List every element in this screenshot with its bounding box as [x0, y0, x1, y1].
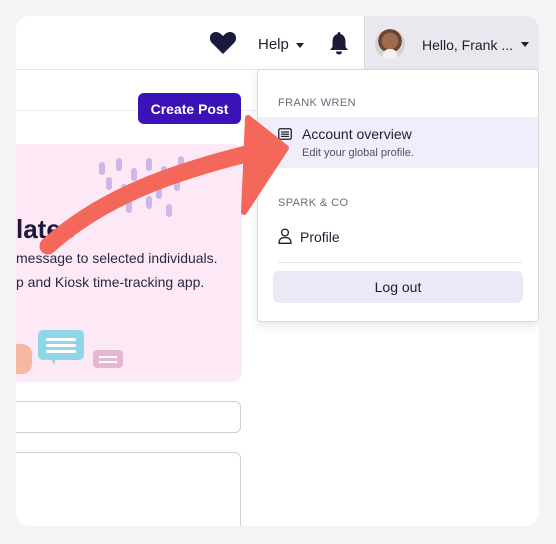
user-greeting: Hello, Frank ...: [422, 37, 514, 53]
divider: [278, 262, 522, 263]
decorative-shape: [16, 344, 32, 374]
text-input[interactable]: [16, 401, 241, 433]
heart-icon[interactable]: [209, 31, 237, 55]
hero-description-line: message to selected individuals.: [16, 250, 218, 266]
app-frame: Help Hello, Frank ... Create Post lates …: [16, 16, 539, 526]
help-menu[interactable]: Help: [258, 36, 304, 53]
create-post-button[interactable]: Create Post: [138, 93, 241, 124]
chat-bubble-icon: [93, 350, 123, 368]
menu-item-subtitle: Edit your global profile.: [302, 147, 414, 159]
menu-item-title: Account overview: [302, 126, 412, 142]
bell-icon[interactable]: [328, 31, 350, 55]
hero-title: lates: [16, 214, 76, 244]
chevron-down-icon: [521, 42, 529, 47]
person-icon: [278, 228, 292, 244]
logout-button[interactable]: Log out: [273, 271, 523, 303]
user-menu-button[interactable]: Hello, Frank ...: [364, 16, 539, 69]
avatar: [375, 29, 405, 59]
hero-banner: lates message to selected individuals. p…: [16, 144, 242, 382]
menu-item-label: Profile: [300, 229, 340, 245]
section-label-organization: SPARK & CO: [278, 197, 349, 209]
help-label: Help: [258, 36, 289, 53]
menu-item-profile[interactable]: Profile: [258, 220, 538, 254]
menu-item-account-overview[interactable]: Account overview Edit your global profil…: [258, 117, 538, 168]
user-dropdown-menu: FRANK WREN Account overview Edit your gl…: [257, 69, 539, 322]
chat-bubble-icon: [38, 330, 84, 365]
chevron-down-icon: [295, 42, 304, 48]
list-icon: [278, 128, 292, 140]
hero-description-line: p and Kiosk time-tracking app.: [16, 274, 205, 290]
top-bar: Help Hello, Frank ...: [16, 16, 539, 70]
post-card: [16, 452, 241, 526]
section-label-account: FRANK WREN: [278, 97, 356, 109]
